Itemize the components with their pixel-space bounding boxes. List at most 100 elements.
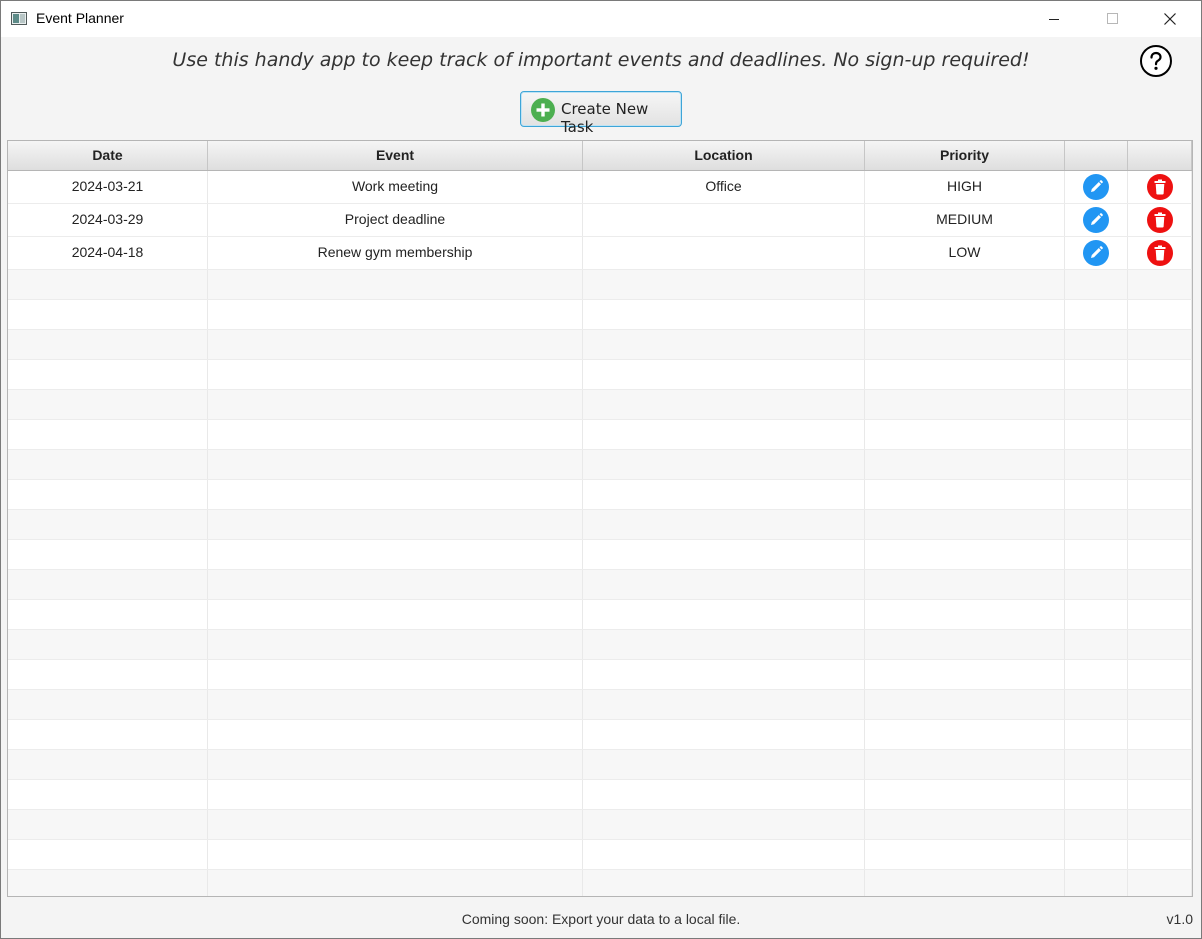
pencil-icon[interactable] [1083,174,1109,200]
empty-cell [865,810,1065,839]
empty-row [8,540,1192,570]
cell-event: Project deadline [208,204,583,236]
table-row[interactable]: 2024-03-29 Project deadline MEDIUM [8,204,1192,237]
cell-location: Office [583,171,865,203]
empty-cell [583,390,865,419]
empty-cell [8,630,208,659]
empty-cell [583,450,865,479]
create-new-task-label: Create New Task [561,100,649,136]
empty-cell [208,720,583,749]
empty-cell [865,750,1065,779]
empty-row [8,420,1192,450]
empty-row [8,660,1192,690]
empty-cell [583,690,865,719]
empty-cell [583,270,865,299]
empty-cell [865,360,1065,389]
cell-priority: HIGH [865,171,1065,203]
empty-row [8,720,1192,750]
empty-cell [8,270,208,299]
empty-cell [1128,420,1192,449]
empty-cell [8,780,208,809]
empty-cell [583,480,865,509]
empty-cell [865,840,1065,869]
empty-cell [8,870,208,896]
empty-row [8,780,1192,810]
empty-cell [8,390,208,419]
empty-cell [1065,660,1128,689]
empty-cell [865,690,1065,719]
table-row[interactable]: 2024-04-18 Renew gym membership LOW [8,237,1192,270]
empty-cell [865,870,1065,896]
cell-location [583,204,865,236]
empty-cell [865,510,1065,539]
empty-cell [1065,690,1128,719]
empty-cell [1128,720,1192,749]
empty-cell [1065,720,1128,749]
empty-cell [865,600,1065,629]
column-header-location[interactable]: Location [583,141,865,170]
title-bar[interactable]: Event Planner [1,1,1201,37]
status-message: Coming soon: Export your data to a local… [461,911,741,927]
empty-cell [8,750,208,779]
cell-date: 2024-03-29 [8,204,208,236]
empty-row [8,510,1192,540]
empty-cell [208,360,583,389]
empty-cell [8,720,208,749]
empty-cell [865,660,1065,689]
empty-cell [208,660,583,689]
empty-cell [865,420,1065,449]
empty-cell [1128,690,1192,719]
column-header-date[interactable]: Date [8,141,208,170]
maximize-button[interactable] [1089,1,1135,37]
empty-cell [208,840,583,869]
pencil-icon[interactable] [1083,207,1109,233]
empty-cell [208,630,583,659]
table-row[interactable]: 2024-03-21 Work meeting Office HIGH [8,171,1192,204]
empty-row [8,300,1192,330]
empty-row [8,480,1192,510]
empty-row [8,870,1192,896]
empty-cell [208,390,583,419]
empty-cell [583,630,865,659]
empty-cell [583,420,865,449]
column-header-delete[interactable] [1128,141,1192,170]
pencil-icon[interactable] [1083,240,1109,266]
empty-cell [1065,840,1128,869]
column-header-event[interactable]: Event [208,141,583,170]
close-button[interactable] [1147,1,1193,37]
column-header-priority[interactable]: Priority [865,141,1065,170]
app-window-icon [11,12,27,25]
cell-event: Renew gym membership [208,237,583,269]
trash-icon[interactable] [1146,174,1173,200]
empty-cell [1065,420,1128,449]
empty-cell [1128,660,1192,689]
empty-cell [865,630,1065,659]
empty-cell [1065,750,1128,779]
cell-delete [1128,171,1192,203]
empty-cell [1128,780,1192,809]
column-header-edit[interactable] [1065,141,1128,170]
empty-cell [8,690,208,719]
empty-cell [1065,630,1128,659]
events-table[interactable]: Date Event Location Priority 2024-03-21 … [7,140,1193,897]
cell-event: Work meeting [208,171,583,203]
empty-cell [865,780,1065,809]
empty-cell [583,570,865,599]
plus-circle-icon [531,98,555,122]
close-icon [1164,13,1176,25]
empty-cell [583,600,865,629]
empty-cell [1065,870,1128,896]
help-circle-icon[interactable] [1140,45,1172,77]
create-new-task-button[interactable]: Create New Task [520,91,682,136]
empty-row [8,630,1192,660]
tagline: Use this handy app to keep track of impo… [172,49,1030,71]
minimize-button[interactable] [1031,1,1077,37]
empty-cell [1128,600,1192,629]
trash-icon[interactable] [1146,207,1173,233]
empty-cell [208,690,583,719]
empty-cell [583,840,865,869]
empty-cell [1128,480,1192,509]
trash-icon[interactable] [1146,240,1173,266]
empty-cell [583,360,865,389]
empty-row [8,390,1192,420]
